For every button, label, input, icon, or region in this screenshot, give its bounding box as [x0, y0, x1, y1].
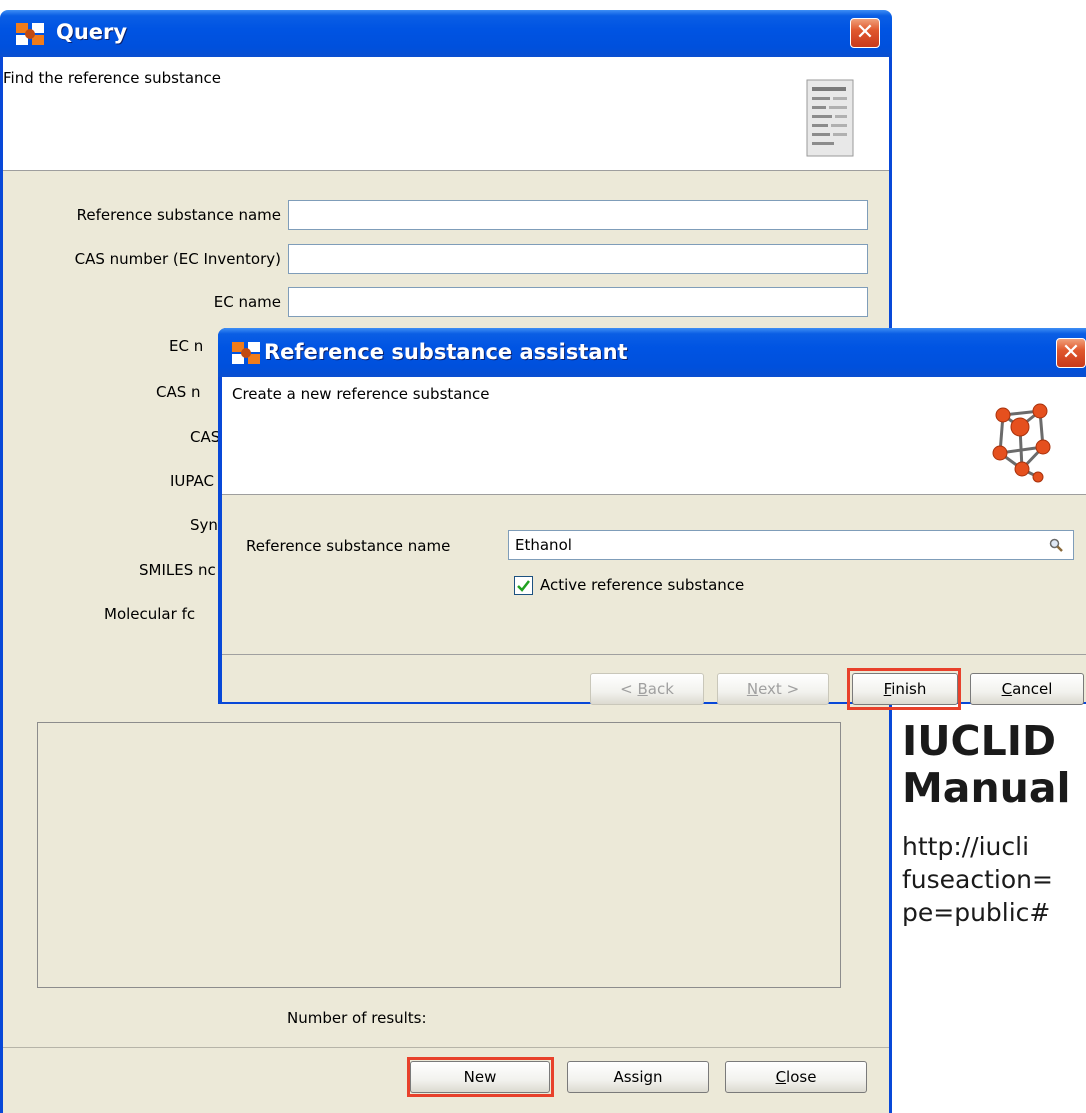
- active-checkbox-label: Active reference substance: [540, 576, 745, 594]
- label-ec-name: EC name: [213, 293, 281, 311]
- molecule-icon: [992, 403, 1051, 483]
- assistant-title: Reference substance assistant: [264, 340, 628, 364]
- results-count-label: Number of results:: [287, 1009, 427, 1027]
- assistant-ref-name-input[interactable]: Ethanol: [508, 530, 1074, 560]
- cancel-button[interactable]: Cancel: [970, 673, 1084, 705]
- label-ref-name: Reference substance name: [76, 206, 281, 224]
- query-title: Query: [56, 20, 128, 44]
- label-cas-ec: CAS number (EC Inventory): [74, 250, 281, 268]
- next-mnemonic: N: [746, 680, 759, 698]
- cas-ec-input[interactable]: [288, 244, 868, 274]
- assistant-ref-name-label: Reference substance name: [246, 537, 451, 555]
- label-iupac: IUPAC: [170, 472, 214, 490]
- close-mnemonic: C: [775, 1068, 787, 1086]
- results-list[interactable]: [37, 722, 841, 988]
- label-molecular-formula: Molecular fc: [104, 605, 196, 623]
- back-prefix: <: [620, 680, 638, 698]
- app-logo-icon: [16, 23, 44, 45]
- cancel-mnemonic: C: [1001, 680, 1013, 698]
- back-label: ack: [647, 680, 674, 698]
- side-heading: IUCLID Manual: [902, 718, 1071, 812]
- checkmark-icon: [517, 580, 530, 592]
- finish-button-highlight: [847, 668, 961, 710]
- close-icon[interactable]: ✕: [850, 18, 880, 48]
- assistant-titlebar[interactable]: Reference substance assistant ✕: [218, 328, 1086, 377]
- assistant-header-text: Create a new reference substance: [232, 385, 490, 403]
- app-logo-icon: [232, 342, 260, 364]
- close-label: lose: [786, 1068, 817, 1086]
- side-url-line3: pe=public#: [902, 898, 1051, 927]
- assign-button[interactable]: Assign: [567, 1061, 709, 1093]
- side-url-line2: fuseaction=: [902, 865, 1053, 894]
- close-button[interactable]: Close: [725, 1061, 867, 1093]
- assistant-form-panel: Reference substance name Ethanol Active …: [222, 495, 1086, 710]
- label-cas-number: CAS n: [156, 383, 201, 401]
- back-button[interactable]: < Back: [590, 673, 704, 705]
- label-synonym: Syn: [190, 516, 218, 534]
- label-smiles: SMILES nc: [139, 561, 216, 579]
- back-mnemonic: B: [637, 680, 648, 698]
- label-ec-number: EC n: [169, 337, 204, 355]
- query-header-text: Find the reference substance: [3, 69, 221, 87]
- side-url-line1: http://iucli: [902, 832, 1030, 861]
- label-cas: CAS: [190, 428, 221, 446]
- assistant-ref-name-value: Ethanol: [515, 536, 572, 554]
- query-titlebar[interactable]: Query ✕: [0, 10, 892, 57]
- new-button-highlight: [407, 1057, 554, 1097]
- next-label: ext >: [758, 680, 800, 698]
- active-checkbox[interactable]: [514, 576, 533, 595]
- close-icon[interactable]: ✕: [1056, 338, 1086, 368]
- side-url[interactable]: http://iucli fuseaction= pe=public#: [902, 830, 1053, 929]
- side-heading-line1: IUCLID: [902, 717, 1057, 765]
- assistant-header-panel: Create a new reference substance: [222, 377, 1086, 495]
- assistant-window: Reference substance assistant ✕ Create a…: [218, 328, 1086, 710]
- ref-name-input[interactable]: [288, 200, 868, 230]
- cancel-label: ancel: [1012, 680, 1053, 698]
- document-list-icon: [806, 79, 854, 157]
- ec-name-input[interactable]: [288, 287, 868, 317]
- magnifier-icon[interactable]: [1049, 538, 1063, 552]
- side-heading-line2: Manual: [902, 764, 1071, 812]
- query-header-panel: Find the reference substance: [3, 57, 889, 171]
- next-button[interactable]: Next >: [717, 673, 829, 705]
